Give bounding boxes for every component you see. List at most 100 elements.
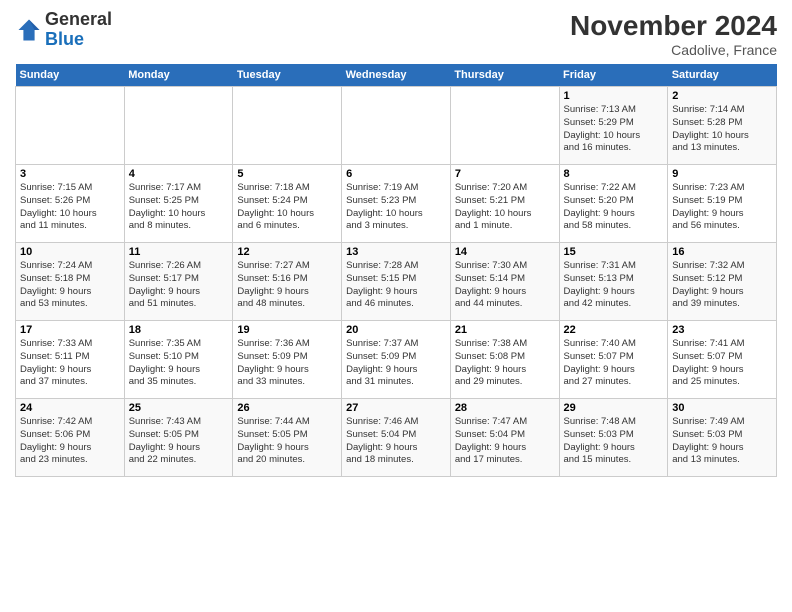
day-number: 22 (564, 324, 664, 336)
day-number: 3 (20, 168, 120, 180)
day-number: 21 (455, 324, 555, 336)
calendar-week-4: 17 Sunrise: 7:33 AM Sunset: 5:11 PM Dayli… (16, 321, 777, 399)
calendar-cell: 11Sunrise: 7:26 AM Sunset: 5:17 PM Dayli… (124, 243, 233, 321)
calendar-table: SundayMondayTuesdayWednesdayThursdayFrid… (15, 64, 777, 477)
day-info: Sunrise: 7:17 AM Sunset: 5:25 PM Dayligh… (129, 182, 229, 233)
calendar-cell: 26 Sunrise: 7:44 AM Sunset: 5:05 PM Dayli… (233, 399, 342, 477)
calendar-cell: 15Sunrise: 7:31 AM Sunset: 5:13 PM Dayli… (559, 243, 668, 321)
day-number: 29 (564, 402, 664, 414)
calendar-cell: 5 Sunrise: 7:18 AM Sunset: 5:24 PM Daylig… (233, 165, 342, 243)
day-info: Sunrise: 7:22 AM Sunset: 5:20 PM Dayligh… (564, 182, 664, 233)
day-info: Sunrise: 7:27 AM Sunset: 5:16 PM Dayligh… (237, 260, 337, 311)
calendar-cell: 16Sunrise: 7:32 AM Sunset: 5:12 PM Dayli… (668, 243, 777, 321)
weekday-header-monday: Monday (124, 64, 233, 87)
weekday-header-wednesday: Wednesday (342, 64, 451, 87)
day-info: Sunrise: 7:20 AM Sunset: 5:21 PM Dayligh… (455, 182, 555, 233)
day-info: Sunrise: 7:48 AM Sunset: 5:03 PM Dayligh… (564, 416, 664, 467)
day-number: 10 (20, 246, 120, 258)
day-number: 26 (237, 402, 337, 414)
calendar-cell: 21 Sunrise: 7:38 AM Sunset: 5:08 PM Dayli… (450, 321, 559, 399)
calendar-week-5: 24Sunrise: 7:42 AM Sunset: 5:06 PM Dayli… (16, 399, 777, 477)
day-number: 27 (346, 402, 446, 414)
day-number: 24 (20, 402, 120, 414)
weekday-header-saturday: Saturday (668, 64, 777, 87)
day-info: Sunrise: 7:43 AM Sunset: 5:05 PM Dayligh… (129, 416, 229, 467)
day-info: Sunrise: 7:36 AM Sunset: 5:09 PM Dayligh… (237, 338, 337, 389)
logo: General Blue (15, 10, 112, 50)
calendar-cell (233, 87, 342, 165)
calendar-cell: 12 Sunrise: 7:27 AM Sunset: 5:16 PM Dayli… (233, 243, 342, 321)
day-number: 7 (455, 168, 555, 180)
calendar-cell: 18Sunrise: 7:35 AM Sunset: 5:10 PM Dayli… (124, 321, 233, 399)
weekday-header-row: SundayMondayTuesdayWednesdayThursdayFrid… (16, 64, 777, 87)
day-number: 19 (237, 324, 337, 336)
day-number: 5 (237, 168, 337, 180)
day-info: Sunrise: 7:49 AM Sunset: 5:03 PM Dayligh… (672, 416, 772, 467)
calendar-cell: 9 Sunrise: 7:23 AM Sunset: 5:19 PM Daylig… (668, 165, 777, 243)
header: General Blue November 2024 Cadolive, Fra… (15, 10, 777, 58)
day-info: Sunrise: 7:24 AM Sunset: 5:18 PM Dayligh… (20, 260, 120, 311)
calendar-cell: 19 Sunrise: 7:36 AM Sunset: 5:09 PM Dayli… (233, 321, 342, 399)
calendar-cell: 2 Sunrise: 7:14 AM Sunset: 5:28 PM Daylig… (668, 87, 777, 165)
page-container: General Blue November 2024 Cadolive, Fra… (0, 0, 792, 487)
day-info: Sunrise: 7:47 AM Sunset: 5:04 PM Dayligh… (455, 416, 555, 467)
day-number: 17 (20, 324, 120, 336)
day-number: 9 (672, 168, 772, 180)
calendar-cell: 14Sunrise: 7:30 AM Sunset: 5:14 PM Dayli… (450, 243, 559, 321)
title-block: November 2024 Cadolive, France (570, 10, 777, 58)
day-info: Sunrise: 7:19 AM Sunset: 5:23 PM Dayligh… (346, 182, 446, 233)
day-number: 13 (346, 246, 446, 258)
location: Cadolive, France (570, 42, 777, 58)
day-number: 28 (455, 402, 555, 414)
day-info: Sunrise: 7:31 AM Sunset: 5:13 PM Dayligh… (564, 260, 664, 311)
calendar-cell: 10 Sunrise: 7:24 AM Sunset: 5:18 PM Dayli… (16, 243, 125, 321)
day-number: 12 (237, 246, 337, 258)
day-info: Sunrise: 7:40 AM Sunset: 5:07 PM Dayligh… (564, 338, 664, 389)
day-info: Sunrise: 7:15 AM Sunset: 5:26 PM Dayligh… (20, 182, 120, 233)
day-number: 2 (672, 90, 772, 102)
day-number: 18 (129, 324, 229, 336)
weekday-header-thursday: Thursday (450, 64, 559, 87)
weekday-header-sunday: Sunday (16, 64, 125, 87)
calendar-cell: 7 Sunrise: 7:20 AM Sunset: 5:21 PM Daylig… (450, 165, 559, 243)
day-info: Sunrise: 7:13 AM Sunset: 5:29 PM Dayligh… (564, 104, 664, 155)
calendar-cell: 29 Sunrise: 7:48 AM Sunset: 5:03 PM Dayli… (559, 399, 668, 477)
day-info: Sunrise: 7:37 AM Sunset: 5:09 PM Dayligh… (346, 338, 446, 389)
calendar-cell: 22 Sunrise: 7:40 AM Sunset: 5:07 PM Dayli… (559, 321, 668, 399)
day-info: Sunrise: 7:44 AM Sunset: 5:05 PM Dayligh… (237, 416, 337, 467)
day-number: 8 (564, 168, 664, 180)
calendar-cell: 25 Sunrise: 7:43 AM Sunset: 5:05 PM Dayli… (124, 399, 233, 477)
calendar-cell: 8 Sunrise: 7:22 AM Sunset: 5:20 PM Daylig… (559, 165, 668, 243)
calendar-cell: 23Sunrise: 7:41 AM Sunset: 5:07 PM Dayli… (668, 321, 777, 399)
weekday-header-tuesday: Tuesday (233, 64, 342, 87)
calendar-cell (124, 87, 233, 165)
month-title: November 2024 (570, 10, 777, 42)
calendar-cell: 30 Sunrise: 7:49 AM Sunset: 5:03 PM Dayli… (668, 399, 777, 477)
logo-text: General Blue (45, 10, 112, 50)
day-number: 1 (564, 90, 664, 102)
day-number: 4 (129, 168, 229, 180)
calendar-cell: 1 Sunrise: 7:13 AM Sunset: 5:29 PM Daylig… (559, 87, 668, 165)
calendar-cell: 17 Sunrise: 7:33 AM Sunset: 5:11 PM Dayli… (16, 321, 125, 399)
day-info: Sunrise: 7:33 AM Sunset: 5:11 PM Dayligh… (20, 338, 120, 389)
calendar-cell: 24Sunrise: 7:42 AM Sunset: 5:06 PM Dayli… (16, 399, 125, 477)
day-info: Sunrise: 7:46 AM Sunset: 5:04 PM Dayligh… (346, 416, 446, 467)
logo-icon (15, 16, 43, 44)
day-info: Sunrise: 7:14 AM Sunset: 5:28 PM Dayligh… (672, 104, 772, 155)
calendar-cell: 27 Sunrise: 7:46 AM Sunset: 5:04 PM Dayli… (342, 399, 451, 477)
day-info: Sunrise: 7:23 AM Sunset: 5:19 PM Dayligh… (672, 182, 772, 233)
calendar-week-2: 3 Sunrise: 7:15 AM Sunset: 5:26 PM Daylig… (16, 165, 777, 243)
calendar-cell: 3 Sunrise: 7:15 AM Sunset: 5:26 PM Daylig… (16, 165, 125, 243)
day-info: Sunrise: 7:28 AM Sunset: 5:15 PM Dayligh… (346, 260, 446, 311)
day-number: 30 (672, 402, 772, 414)
calendar-cell: 6Sunrise: 7:19 AM Sunset: 5:23 PM Daylig… (342, 165, 451, 243)
calendar-week-3: 10 Sunrise: 7:24 AM Sunset: 5:18 PM Dayli… (16, 243, 777, 321)
day-number: 14 (455, 246, 555, 258)
calendar-cell: 13 Sunrise: 7:28 AM Sunset: 5:15 PM Dayli… (342, 243, 451, 321)
day-info: Sunrise: 7:32 AM Sunset: 5:12 PM Dayligh… (672, 260, 772, 311)
calendar-cell: 28 Sunrise: 7:47 AM Sunset: 5:04 PM Dayli… (450, 399, 559, 477)
day-number: 25 (129, 402, 229, 414)
day-info: Sunrise: 7:38 AM Sunset: 5:08 PM Dayligh… (455, 338, 555, 389)
calendar-cell (16, 87, 125, 165)
day-info: Sunrise: 7:18 AM Sunset: 5:24 PM Dayligh… (237, 182, 337, 233)
